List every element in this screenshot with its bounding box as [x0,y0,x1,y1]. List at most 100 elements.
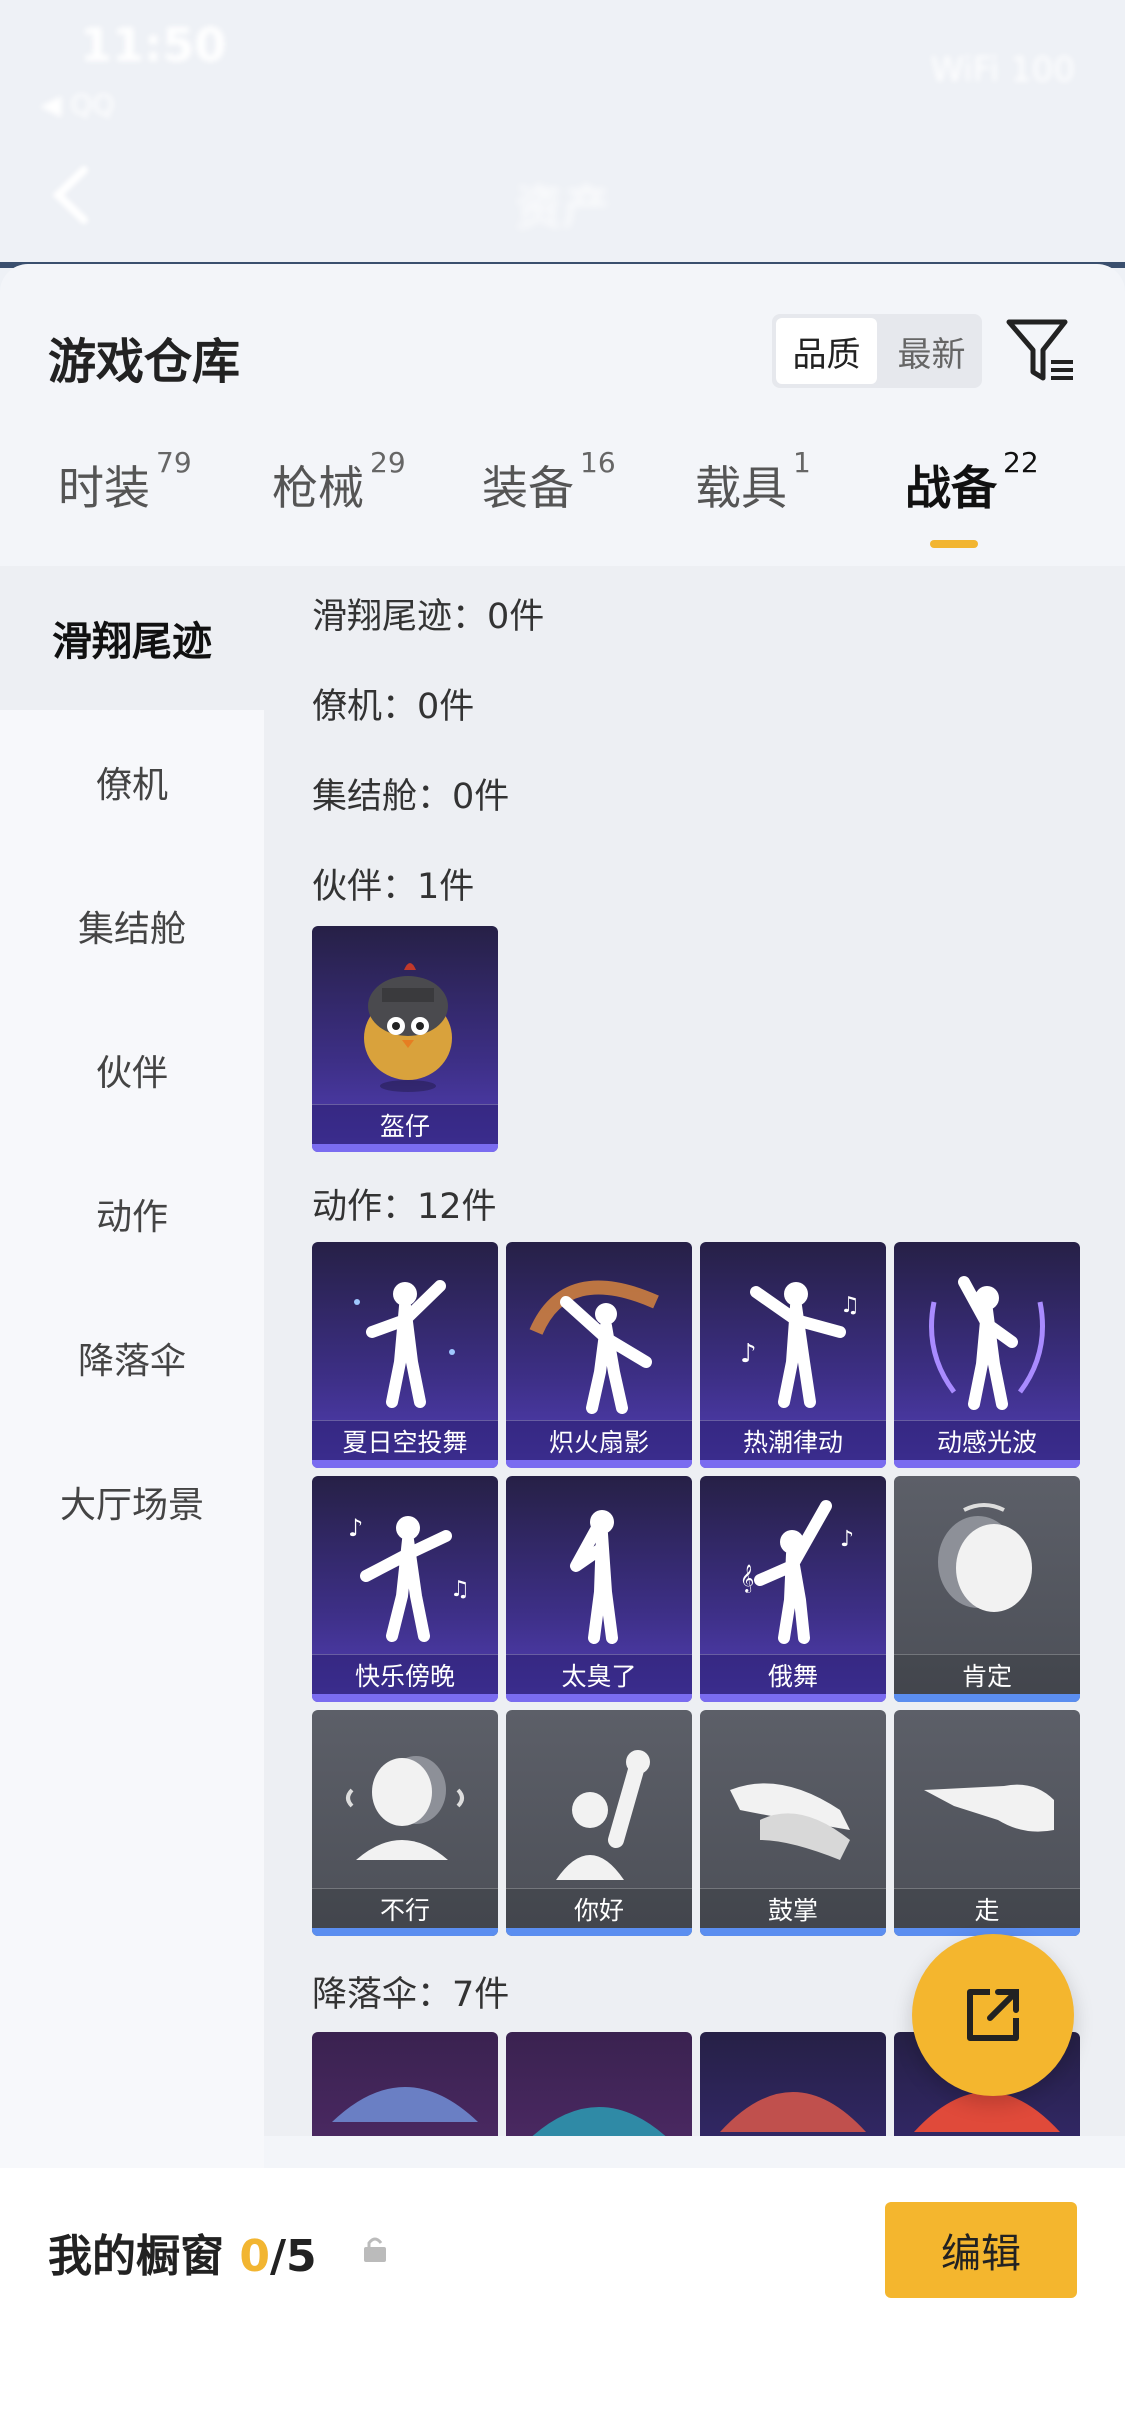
tab-label: 时装 [58,461,150,515]
rail-item-glide-trail[interactable]: 滑翔尾迹 [0,566,264,710]
tab-label: 枪械 [272,461,364,515]
quality-bar [700,1928,886,1936]
item-name: 不行 [312,1888,498,1928]
item-name: 动感光波 [894,1420,1080,1460]
item-card[interactable] [312,2032,498,2136]
section-header-pod: 集结舱：0件 [312,777,510,817]
chick-helmet-icon [312,926,498,1104]
item-name: 热潮律动 [700,1420,886,1460]
filter-button[interactable] [1005,316,1077,386]
item-list[interactable]: 滑翔尾迹：0件 僚机：0件 集结舱：0件 伙伴：1件 盔仔 动作：12件 夏日空… [264,566,1125,2136]
quality-bar [894,1694,1080,1702]
head-shake-icon [312,1710,498,1888]
svg-text:♪: ♪ [348,1514,363,1542]
item-name: 你好 [506,1888,692,1928]
item-name: 太臭了 [506,1654,692,1694]
item-card[interactable]: 盔仔 [312,926,498,1152]
quality-bar [312,1460,498,1468]
tab-label: 装备 [482,461,574,515]
sub-category-rail: 滑翔尾迹 僚机 集结舱 伙伴 动作 降落伞 大厅场景 [0,566,264,2416]
item-name: 快乐傍晚 [312,1654,498,1694]
tab-fashion[interactable]: 时装 79 [58,446,192,518]
dancer-notes-icon: 𝄞 ♪ [700,1476,886,1654]
item-card[interactable] [506,2032,692,2136]
active-tab-indicator [930,540,978,548]
tab-count: 1 [793,446,811,479]
tab-count: 16 [580,446,616,479]
tab-count: 79 [156,446,192,479]
section-header-wingman: 僚机：0件 [312,687,475,727]
point-icon [894,1710,1080,1888]
rail-item-parachute[interactable]: 降落伞 [0,1286,264,1430]
tab-guns[interactable]: 枪械 29 [272,446,406,518]
item-name: 走 [894,1888,1080,1928]
rail-item-partner[interactable]: 伙伴 [0,998,264,1142]
item-card[interactable]: 鼓掌 [700,1710,886,1936]
lock-icon [364,2237,386,2262]
status-indicators: WiFi 100 [930,50,1075,90]
quality-bar [700,1460,886,1468]
svg-text:♪: ♪ [840,1527,854,1552]
head-nod-icon [894,1476,1080,1654]
dancer-wave-icon [894,1242,1080,1420]
item-card[interactable] [700,2032,886,2136]
tab-vehicles[interactable]: 载具 1 [695,446,811,518]
section-header-emote: 动作：12件 [312,1187,497,1227]
dancer-pose-icon [506,1476,692,1654]
item-card[interactable]: 动感光波 [894,1242,1080,1468]
item-card[interactable]: 走 [894,1710,1080,1936]
dancer-notes-icon: ♪ ♫ [700,1242,886,1420]
sort-quality-button[interactable]: 品质 [776,318,877,384]
status-time: 11:50 [80,18,227,72]
quality-bar [312,1144,498,1152]
quality-bar [506,1928,692,1936]
rail-item-lobby-scene[interactable]: 大厅场景 [0,1430,264,1574]
section-header-partner: 伙伴：1件 [312,867,475,907]
share-external-icon [967,1989,1019,2041]
item-name: 肯定 [894,1654,1080,1694]
quality-bar [312,1694,498,1702]
item-name: 夏日空投舞 [312,1420,498,1460]
section-header-parachute: 降落伞：7件 [312,1975,510,2015]
item-card[interactable]: 太臭了 [506,1476,692,1702]
filter-icon [1006,319,1073,381]
quality-bar [894,1460,1080,1468]
sort-newest-button[interactable]: 最新 [881,314,982,388]
rail-item-pod[interactable]: 集结舱 [0,854,264,998]
item-name: 盔仔 [312,1104,498,1144]
app-header: 11:50 ◀ QQ WiFi 100 资产 [0,0,1125,300]
item-name: 炽火扇影 [506,1420,692,1460]
item-card[interactable]: 肯定 [894,1476,1080,1702]
sheet-title: 游戏仓库 [48,334,241,390]
item-card[interactable]: 你好 [506,1710,692,1936]
sort-toggle: 品质 最新 [772,314,982,388]
quality-bar [700,1694,886,1702]
tab-supplies[interactable]: 战备 22 [905,446,1039,518]
item-card[interactable]: ♪ ♫ 快乐傍晚 [312,1476,498,1702]
rail-item-emote[interactable]: 动作 [0,1142,264,1286]
dancer-notes-icon: ♪ ♫ [312,1476,498,1654]
rail-item-wingman[interactable]: 僚机 [0,710,264,854]
item-card[interactable]: ♪ ♫ 热潮律动 [700,1242,886,1468]
svg-text:♪: ♪ [740,1339,757,1369]
quality-bar [312,1928,498,1936]
parachute-icon [312,2032,498,2136]
item-card[interactable]: 𝄞 ♪ 俄舞 [700,1476,886,1702]
showcase-title: 我的橱窗 [48,2231,224,2282]
warehouse-sheet: 游戏仓库 品质 最新 时装 79 枪械 29 装备 16 载具 1 战备 22 滑翔尾迹 … [0,264,1125,2436]
status-back-app: ◀ QQ [40,88,115,121]
tab-gear[interactable]: 装备 16 [482,446,616,518]
item-card[interactable]: 不行 [312,1710,498,1936]
edit-button[interactable]: 编辑 [885,2202,1077,2298]
svg-text:𝄞: 𝄞 [740,1564,754,1593]
share-button[interactable] [912,1934,1074,2096]
item-card[interactable]: 炽火扇影 [506,1242,692,1468]
item-card[interactable]: 夏日空投舞 [312,1242,498,1468]
tab-count: 22 [1003,446,1039,479]
tab-label: 载具 [695,461,787,515]
wave-hand-icon [506,1710,692,1888]
svg-text:♫: ♫ [450,1577,470,1602]
tab-label: 战备 [905,461,997,515]
parachute-icon [700,2032,886,2136]
quality-bar [506,1460,692,1468]
